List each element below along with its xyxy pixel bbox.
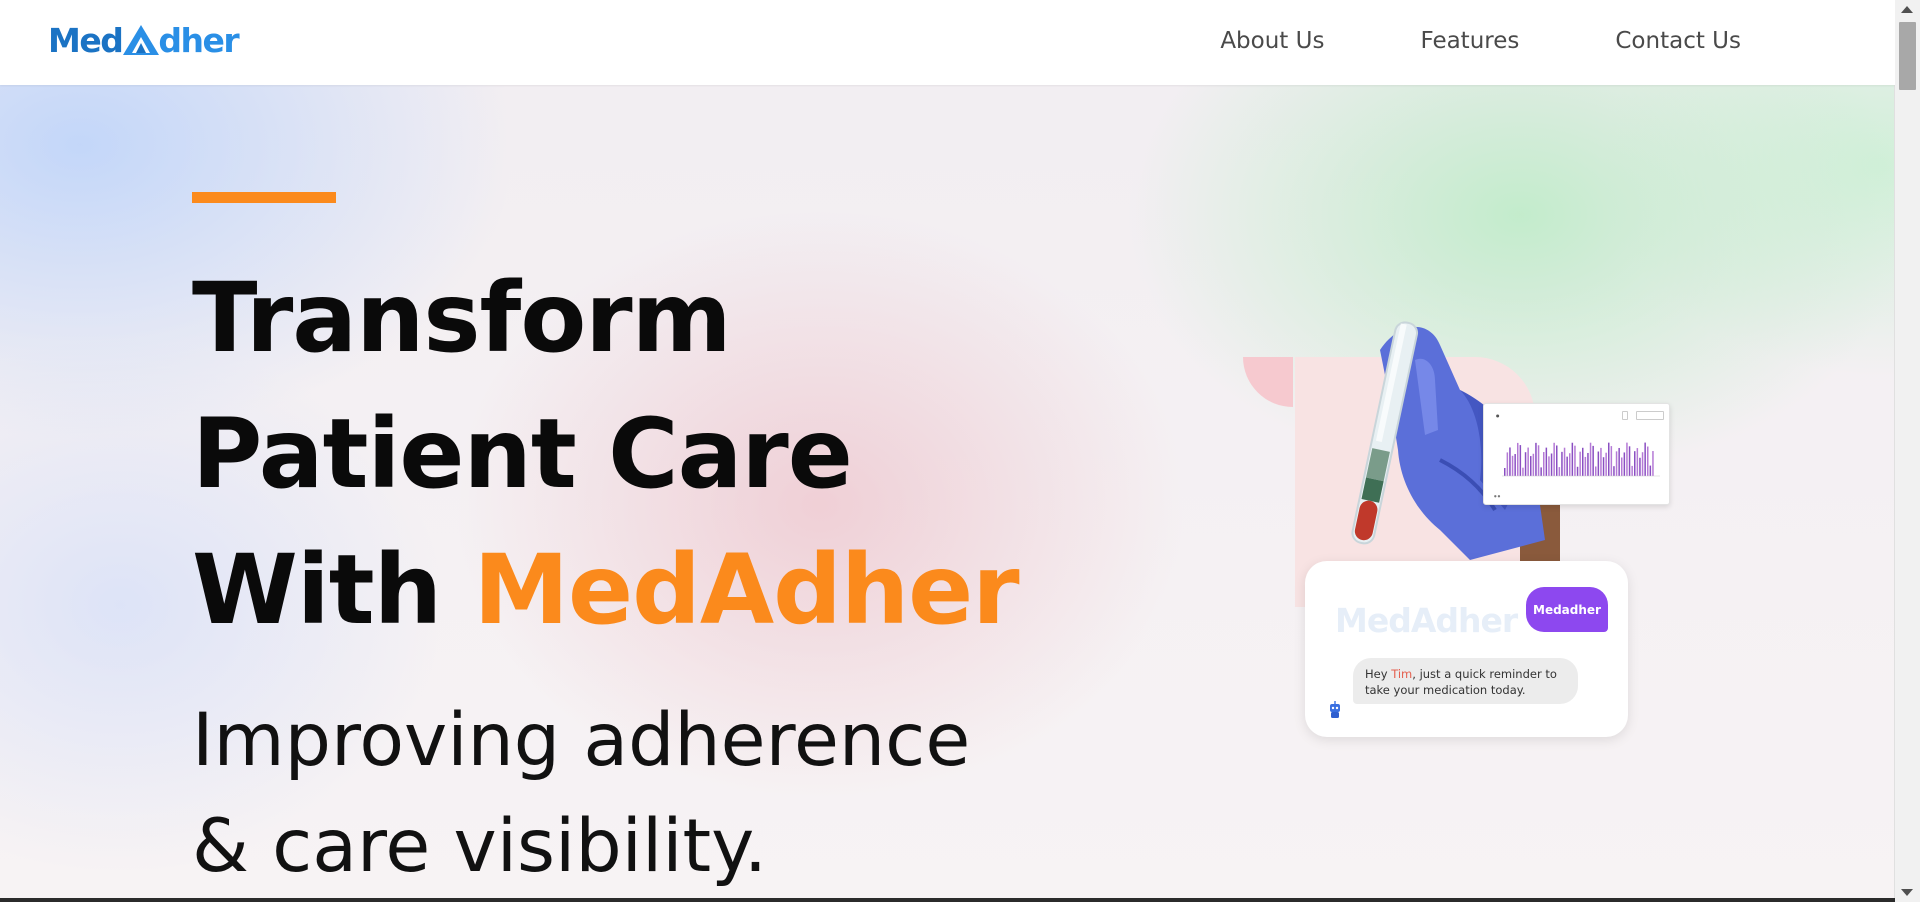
mini-chart-bar bbox=[1553, 442, 1555, 476]
main-nav: About Us Features Contact Us bbox=[1220, 28, 1741, 54]
mini-chart-bar bbox=[1506, 452, 1509, 476]
mini-chart-bar bbox=[1628, 446, 1631, 476]
mini-chart-bar bbox=[1576, 466, 1579, 476]
mini-chart-bar bbox=[1550, 453, 1553, 476]
headline-line-3-prefix: With bbox=[192, 534, 474, 646]
mini-chart-bar bbox=[1636, 448, 1639, 476]
headline-line-2: Patient Care bbox=[192, 398, 853, 510]
hero-subheadline: Improving adherence & care visibility. bbox=[192, 688, 970, 900]
mini-chart-bar bbox=[1558, 467, 1561, 476]
accent-bar bbox=[192, 192, 336, 203]
mini-chart-bar bbox=[1527, 447, 1529, 476]
mini-chart-bar bbox=[1621, 457, 1623, 476]
mini-chart-bar bbox=[1618, 447, 1620, 476]
mini-chart-bar bbox=[1639, 457, 1641, 476]
chart-card-button bbox=[1622, 411, 1628, 420]
mini-chart-bar bbox=[1579, 451, 1581, 476]
mini-chart-bar bbox=[1595, 466, 1597, 476]
mini-chart-bar bbox=[1556, 445, 1558, 476]
mini-chart-bar bbox=[1589, 442, 1592, 476]
mini-chart-bar bbox=[1647, 446, 1649, 476]
chart-card-button-2 bbox=[1636, 411, 1664, 420]
mini-chart-bar bbox=[1532, 453, 1535, 476]
mini-chart-bar bbox=[1602, 457, 1605, 476]
mini-chart-bar bbox=[1540, 467, 1542, 476]
mini-chart-bar bbox=[1623, 452, 1626, 476]
mini-chart-bar bbox=[1600, 447, 1602, 476]
chat-reminder-card: MedAdher Medadher Hey Tim, just a quick … bbox=[1305, 561, 1628, 737]
site-header: Med dher About Us Features Contact Us bbox=[0, 0, 1895, 85]
mini-chart-bar bbox=[1569, 453, 1571, 476]
mini-chart-bar bbox=[1563, 447, 1566, 476]
hero-illustration: ● ● ● MedAdher Medadher Hey Tim, just a … bbox=[1240, 310, 1670, 740]
headline-line-1: Transform bbox=[192, 262, 732, 374]
decorative-shape bbox=[1243, 357, 1293, 407]
mini-chart-bar bbox=[1509, 447, 1511, 476]
subhead-line-1: Improving adherence bbox=[192, 698, 971, 783]
mini-chart-bar bbox=[1592, 445, 1594, 476]
mini-chart-bar bbox=[1545, 447, 1548, 476]
mini-chart-bar bbox=[1631, 465, 1633, 476]
mini-chart-bar bbox=[1537, 445, 1540, 476]
message-prefix: Hey bbox=[1365, 667, 1392, 681]
mini-chart-bar bbox=[1517, 442, 1519, 476]
mini-chart-bar bbox=[1582, 447, 1584, 476]
mini-chart-bar bbox=[1584, 456, 1587, 476]
logo-text-med: Med bbox=[48, 20, 124, 60]
chart-card-legend: ● ● bbox=[1494, 494, 1501, 498]
headline-brand: MedAdher bbox=[473, 534, 1019, 646]
mini-chart-bar bbox=[1571, 442, 1574, 476]
nav-contact-us[interactable]: Contact Us bbox=[1615, 28, 1741, 54]
hero-headline: Transform Patient Care With MedAdher bbox=[192, 250, 1020, 658]
chat-faint-logo: MedAdher bbox=[1335, 601, 1518, 640]
chart-card-title: ● bbox=[1496, 413, 1500, 418]
subhead-line-2: & care visibility. bbox=[192, 804, 768, 889]
mini-chart-bar bbox=[1574, 445, 1576, 476]
mini-chart-bar bbox=[1519, 445, 1522, 476]
mini-chart-bar bbox=[1548, 456, 1550, 476]
mini-chart-bar bbox=[1530, 456, 1532, 476]
mini-chart-bar bbox=[1543, 452, 1545, 476]
nav-features[interactable]: Features bbox=[1420, 28, 1519, 54]
medadher-logo[interactable]: Med dher bbox=[48, 20, 240, 60]
logo-text-dher: dher bbox=[158, 20, 239, 60]
robot-icon bbox=[1330, 701, 1340, 718]
mini-chart-bar bbox=[1649, 465, 1652, 476]
mini-chart-bar bbox=[1644, 442, 1646, 476]
scroll-up-icon[interactable] bbox=[1901, 6, 1913, 13]
vertical-scrollbar[interactable] bbox=[1894, 0, 1920, 902]
page: Med dher About Us Features Contact Us Tr… bbox=[0, 0, 1895, 902]
message-name: Tim bbox=[1391, 667, 1413, 681]
mini-chart-bar bbox=[1535, 442, 1537, 476]
mini-chart-bar bbox=[1613, 466, 1615, 476]
mini-chart-bar bbox=[1641, 452, 1644, 476]
mini-chart-bar bbox=[1626, 442, 1628, 476]
mini-chart-bar bbox=[1514, 454, 1516, 476]
mini-chart-bar bbox=[1634, 451, 1636, 476]
mini-chart-bar bbox=[1597, 451, 1600, 476]
mini-chart-bar bbox=[1511, 455, 1514, 476]
sender-bubble: Medadher bbox=[1526, 587, 1608, 632]
mini-chart-bar bbox=[1566, 456, 1568, 476]
bottom-strip bbox=[0, 898, 1895, 902]
mini-chart-bar bbox=[1615, 451, 1618, 476]
logo-mountain-icon bbox=[123, 25, 160, 55]
mini-chart-bar bbox=[1561, 451, 1563, 476]
analytics-chart-card: ● ● ● bbox=[1483, 403, 1670, 505]
mini-chart-bar bbox=[1587, 452, 1589, 476]
mini-chart-bar bbox=[1605, 452, 1607, 476]
mini-chart-bar bbox=[1524, 452, 1527, 476]
mini-bar-chart bbox=[1502, 442, 1660, 477]
mini-chart-bar bbox=[1522, 467, 1524, 476]
reminder-message-bubble: Hey Tim, just a quick reminder to take y… bbox=[1353, 658, 1578, 704]
mini-chart-bar bbox=[1504, 468, 1506, 476]
nav-about-us[interactable]: About Us bbox=[1220, 28, 1324, 54]
scroll-down-icon[interactable] bbox=[1901, 889, 1913, 896]
mini-chart-bar bbox=[1610, 446, 1613, 476]
mini-chart-bar bbox=[1608, 442, 1610, 476]
mini-chart-bar bbox=[1652, 451, 1654, 476]
scroll-thumb[interactable] bbox=[1899, 22, 1916, 90]
